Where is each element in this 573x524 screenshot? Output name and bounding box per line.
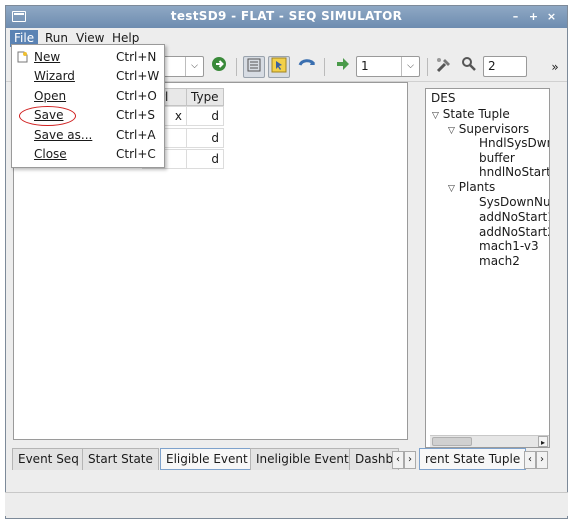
expand-triangle-icon[interactable]: ▽ (432, 111, 439, 121)
step-count-value: 1 (361, 59, 369, 73)
minimize-button[interactable]: – (508, 10, 523, 24)
menu-help-label: Help (112, 31, 140, 45)
menu-item-label: Save as... (34, 128, 93, 142)
expand-triangle-icon[interactable]: ▽ (448, 126, 455, 136)
tree-leaf-plant[interactable]: mach1-v3 (479, 239, 539, 253)
save-highlight-circle (19, 106, 76, 126)
menu-item-accelerator: Ctrl+N (116, 50, 157, 64)
tools-icon (436, 58, 450, 73)
menu-item-accelerator: Ctrl+C (116, 147, 156, 161)
list-view-button[interactable] (243, 56, 265, 78)
menu-item-label: Close (34, 147, 67, 161)
menu-item-accelerator: Ctrl+S (116, 108, 156, 122)
zoom-level-value: 2 (488, 59, 496, 73)
menu-item-close[interactable]: Close Ctrl+C (12, 145, 164, 164)
tree-leaf-plant[interactable]: SysDownNu (479, 195, 549, 209)
menu-item-open[interactable]: Open Ctrl+O (12, 87, 164, 106)
toolbar-overflow-button[interactable]: » (547, 56, 563, 78)
menu-item-label: New (34, 50, 61, 64)
menu-item-accelerator: Ctrl+W (116, 69, 160, 83)
zoom-level-field[interactable]: 2 (483, 56, 527, 77)
maximize-button[interactable]: + (526, 10, 541, 24)
tree-leaf-plant[interactable]: mach2 (479, 254, 520, 268)
chevron-down-icon[interactable]: ⌵ (401, 57, 419, 76)
tree-root[interactable]: DES (431, 91, 455, 105)
menu-item-label: Open (34, 89, 67, 103)
right-tab-scroll-left-button[interactable]: ‹ (524, 451, 536, 469)
right-tab-scroll-right-button[interactable]: › (536, 451, 548, 469)
tab-event-seq[interactable]: Event Seq (12, 448, 85, 470)
tab-current-state-tuple[interactable]: rent State Tuple (419, 448, 527, 470)
menu-item-new[interactable]: New Ctrl+N (12, 48, 164, 67)
menu-item-wizard[interactable]: Wizard Ctrl+W (12, 67, 164, 86)
tree-node-plants[interactable]: ▽ Plants (448, 180, 495, 194)
step-button[interactable] (332, 56, 354, 78)
tab-scroll-right-button[interactable]: › (404, 451, 416, 469)
tree-leaf-plant[interactable]: addNoStart1 (479, 210, 549, 224)
menu-item-label: Wizard (34, 69, 75, 83)
tools-button[interactable] (433, 56, 455, 78)
tab-scroll-left-button[interactable]: ‹ (392, 451, 404, 469)
tab-start-state[interactable]: Start State (82, 448, 159, 470)
tree-node-label: Supervisors (458, 122, 530, 136)
menu-run-label: Run (45, 31, 69, 45)
window-title: testSD9 - FLAT - SEQ SIMULATOR (170, 9, 403, 23)
toolbar-separator (324, 58, 325, 76)
step-arrow-icon (337, 58, 349, 70)
tree-node-label: State Tuple (442, 107, 510, 121)
table-cell-type[interactable]: d (186, 149, 224, 169)
state-tuple-panel: DES ▽ State Tuple ▽ Supervisors HndlSysD… (425, 88, 550, 448)
menu-view-label: View (76, 31, 105, 45)
new-file-icon (17, 51, 28, 63)
magnifier-icon (462, 57, 476, 71)
toolbar-separator (236, 58, 237, 76)
tree-horizontal-scrollbar[interactable]: ▸ (430, 435, 549, 447)
select-icon (271, 57, 287, 73)
tree-leaf-supervisor[interactable]: hndlNoStart1 (479, 165, 549, 179)
scroll-right-button[interactable]: ▸ (538, 436, 548, 447)
expand-triangle-icon[interactable]: ▽ (448, 184, 455, 194)
tree-leaf-supervisor[interactable]: buffer (479, 151, 515, 165)
select-mode-button[interactable] (268, 56, 290, 78)
undo-button[interactable] (296, 56, 318, 78)
menu-file-label: File (14, 31, 35, 45)
scrollbar-thumb[interactable] (432, 437, 472, 446)
tab-eligible-event[interactable]: Eligible Event (160, 448, 254, 470)
tree-leaf-plant[interactable]: addNoStart2 (479, 225, 549, 239)
column-header-type[interactable]: Type (186, 88, 224, 106)
tree-leaf-supervisor[interactable]: HndlSysDwn (479, 136, 549, 150)
go-button[interactable] (208, 56, 230, 78)
tree-node-supervisors[interactable]: ▽ Supervisors (448, 122, 529, 136)
table-cell-type[interactable]: d (186, 128, 224, 148)
status-bar (5, 492, 568, 516)
go-icon (212, 57, 226, 71)
zoom-button[interactable] (458, 56, 480, 78)
tree-node-state-tuple[interactable]: ▽ State Tuple (432, 107, 510, 121)
menu-item-save-as[interactable]: Save as... Ctrl+A (12, 126, 164, 145)
menu-item-accelerator: Ctrl+O (116, 89, 157, 103)
tree-node-label: Plants (458, 180, 496, 194)
state-tuple-tree: DES ▽ State Tuple ▽ Supervisors HndlSysD… (426, 89, 549, 447)
close-button[interactable]: × (544, 10, 559, 24)
menu-item-accelerator: Ctrl+A (116, 128, 156, 142)
title-bar[interactable]: testSD9 - FLAT - SEQ SIMULATOR – + × (6, 6, 567, 28)
list-icon (247, 58, 261, 72)
step-count-combo[interactable]: 1 ⌵ (356, 56, 420, 77)
tab-ineligible-event[interactable]: Ineligible Event (250, 448, 355, 470)
table-cell-type[interactable]: d (186, 106, 224, 126)
event-combo[interactable]: ⌵ (162, 56, 204, 77)
toolbar-separator (427, 58, 428, 76)
undo-icon (298, 59, 316, 66)
chevron-down-icon[interactable]: ⌵ (185, 57, 203, 76)
